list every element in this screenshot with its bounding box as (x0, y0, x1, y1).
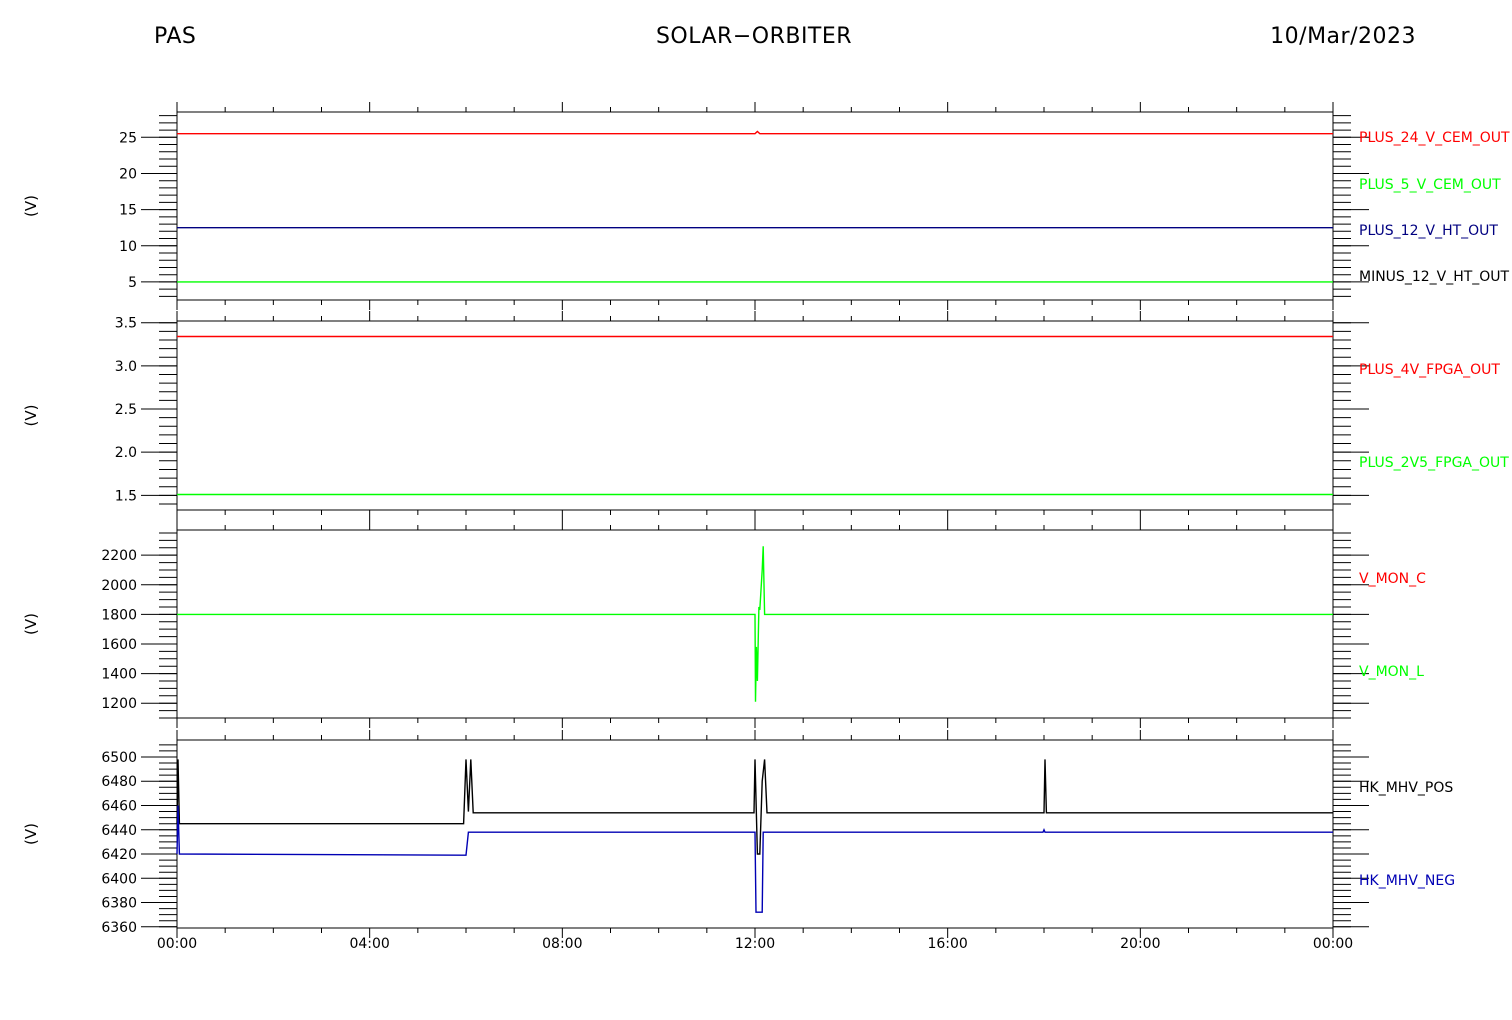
y-axis-label: (V) (22, 823, 40, 845)
y-tick-label: 3.0 (115, 359, 137, 375)
y-tick-label: 1800 (101, 607, 137, 623)
panel-frame (176, 320, 1334, 511)
y-tick-label: 2.0 (115, 445, 137, 461)
series-label: MINUS_12_V_HT_OUT (1359, 269, 1510, 285)
y-tick-label: 1200 (101, 696, 137, 712)
series-label: PLUS_5_V_CEM_OUT (1359, 177, 1501, 193)
x-tick-label: 08:00 (542, 936, 582, 952)
panel-frame (176, 111, 1334, 301)
y-tick-label: 6480 (101, 774, 137, 790)
y-tick-label: 1400 (101, 667, 137, 683)
x-tick-label: 12:00 (735, 936, 775, 952)
y-tick-label: 20 (119, 166, 137, 182)
y-tick-label: 15 (119, 203, 137, 219)
series-line (177, 546, 1333, 702)
y-tick-label: 5 (128, 275, 137, 291)
y-tick-label: 6500 (101, 750, 137, 766)
series-label: PLUS_24_V_CEM_OUT (1359, 130, 1510, 146)
series-line (176, 805, 1333, 913)
y-tick-label: 6360 (101, 920, 137, 936)
series-label: V_MON_C (1359, 571, 1426, 587)
series-label: PLUS_12_V_HT_OUT (1359, 223, 1498, 239)
y-axis-label: (V) (22, 195, 40, 217)
y-tick-label: 1600 (101, 637, 137, 653)
y-axis-label: (V) (22, 405, 40, 427)
y-tick-label: 6420 (101, 847, 137, 863)
x-tick-label: 16:00 (927, 936, 967, 952)
series-label: PLUS_2V5_FPGA_OUT (1359, 455, 1509, 471)
series-label: PLUS_4V_FPGA_OUT (1359, 362, 1500, 378)
x-tick-label: 04:00 (349, 936, 389, 952)
y-tick-label: 25 (119, 130, 137, 146)
series-line (177, 130, 1333, 135)
series-label: V_MON_L (1359, 664, 1424, 680)
y-axis-label: (V) (22, 613, 40, 635)
y-tick-label: 1.5 (115, 488, 137, 504)
y-tick-label: 6400 (101, 871, 137, 887)
y-tick-label: 2200 (101, 548, 137, 564)
x-tick-label: 00:00 (157, 936, 197, 952)
y-tick-label: 6440 (101, 823, 137, 839)
x-tick-label: 20:00 (1120, 936, 1160, 952)
x-tick-label: 00:00 (1313, 936, 1353, 952)
y-tick-label: 3.5 (115, 316, 137, 332)
y-tick-label: 10 (119, 239, 137, 255)
series-label: HK_MHV_NEG (1359, 873, 1455, 889)
y-tick-label: 2.5 (115, 402, 137, 418)
y-tick-label: 6460 (101, 798, 137, 814)
timeseries-chart: 5 10 15 20 25 (V) PLUS_24_V_CEM_OUT PLUS_5_V_CE… (22, 102, 1510, 952)
y-tick-label: 6380 (101, 896, 137, 912)
series-label: HK_MHV_POS (1359, 780, 1453, 796)
y-tick-label: 2000 (101, 578, 137, 594)
